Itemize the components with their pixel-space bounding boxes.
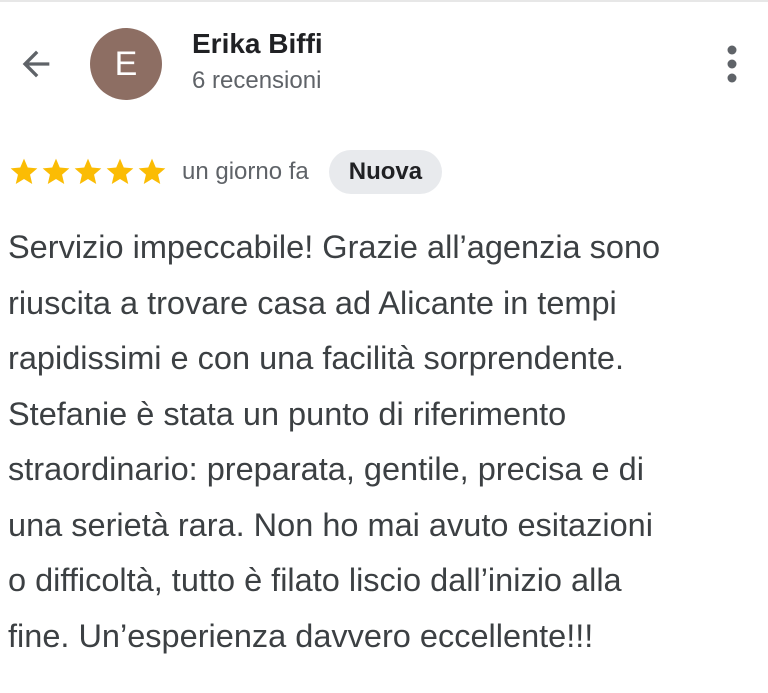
star-icon xyxy=(74,158,102,184)
star-icon xyxy=(106,158,134,184)
review-text-line: o difficoltà, tutto è filato liscio dall… xyxy=(8,562,622,598)
reviewer-review-count: 6 recensioni xyxy=(192,67,322,94)
rating-row: un giorno fa Nuova xyxy=(8,150,443,194)
star-icon xyxy=(10,158,38,184)
review-detail-screen: E Erika Biffi 6 recensioni un giorno fa … xyxy=(0,0,768,693)
avatar[interactable]: E xyxy=(90,28,162,100)
review-text-line: rapidissimi e con una facilità sorprende… xyxy=(8,340,625,376)
review-text-line: Stefanie è stata un punto di riferimento xyxy=(8,395,567,432)
reviewer-name[interactable]: Erika Biffi xyxy=(192,28,323,60)
star-rating xyxy=(8,156,168,188)
review-time: un giorno fa xyxy=(182,158,309,185)
review-text-line: Servizio impeccabile! Grazie all’agenzia… xyxy=(8,229,661,265)
back-button[interactable] xyxy=(12,40,60,88)
star-icon xyxy=(42,158,70,184)
arrow-back-icon xyxy=(22,50,50,78)
more-vert-icon xyxy=(727,45,737,83)
top-divider xyxy=(0,0,768,2)
review-text-line: una serietà rara. Non ho mai avuto esita… xyxy=(8,506,653,543)
new-badge: Nuova xyxy=(328,150,443,194)
review-text: Servizio impeccabile! Grazie all’agenzia… xyxy=(8,220,760,664)
review-text-line: riuscita a trovare casa ad Alicante in t… xyxy=(8,284,617,321)
star-icon xyxy=(138,158,166,184)
review-text-line: fine. Un’esperienza davvero eccellente!!… xyxy=(8,617,594,654)
review-text-line: straordinario: preparata, gentile, preci… xyxy=(8,451,644,487)
more-options-button[interactable] xyxy=(708,38,756,90)
avatar-initial: E xyxy=(114,44,138,83)
